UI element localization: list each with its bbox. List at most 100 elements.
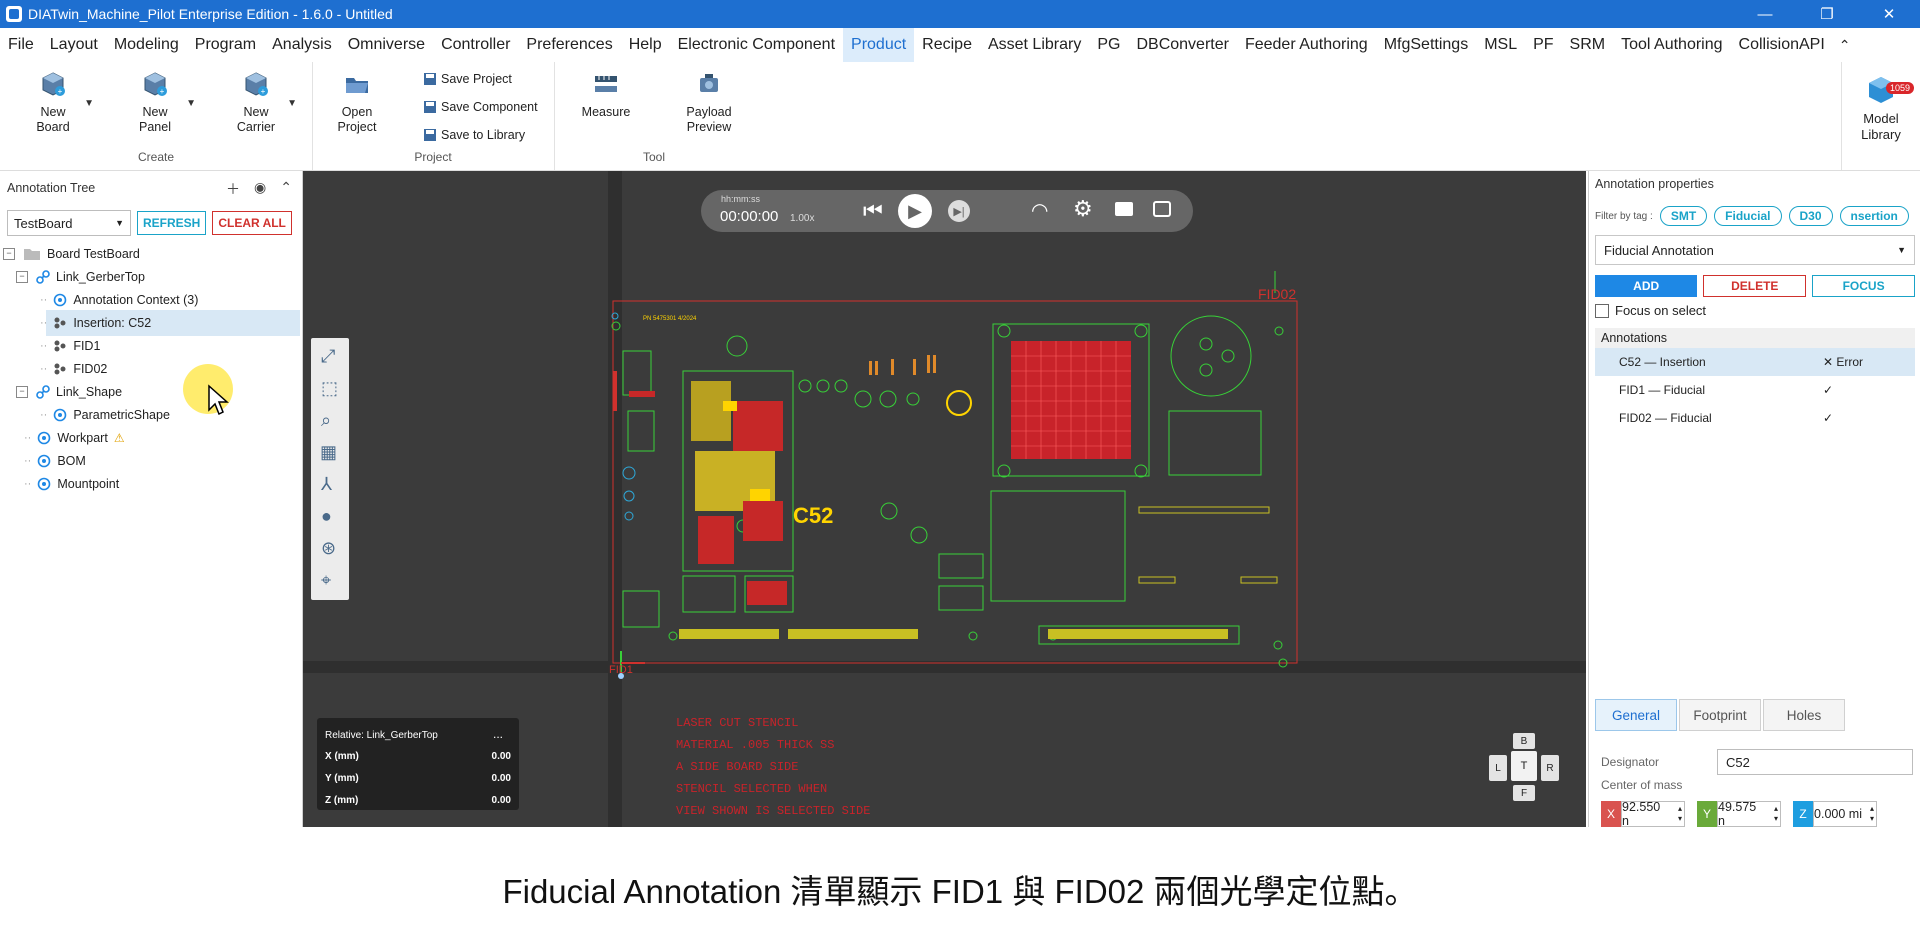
restore-button[interactable]: ❐ [1796, 0, 1858, 28]
menu-item-feeder-authoring[interactable]: Feeder Authoring [1237, 28, 1376, 62]
menu-item-analysis[interactable]: Analysis [264, 28, 340, 62]
ruler-icon [595, 76, 617, 92]
menu-item-preferences[interactable]: Preferences [518, 28, 620, 62]
menu-item-recipe[interactable]: Recipe [914, 28, 980, 62]
collapse-ribbon-icon[interactable]: ⌃ [1833, 28, 1857, 62]
focus-button[interactable]: FOCUS [1812, 275, 1916, 297]
annotation-row[interactable]: C52 — Insertion ✕ Error [1595, 348, 1915, 376]
fit-all-icon[interactable]: ⤢ [321, 346, 335, 367]
camera-icon[interactable] [1153, 201, 1171, 217]
orbit-icon[interactable]: ⊛ [321, 538, 336, 559]
gear-icon[interactable]: ⚙ [1073, 196, 1093, 222]
com-x-field[interactable]: X 92.550 n [1601, 800, 1685, 828]
menu-item-tool-authoring[interactable]: Tool Authoring [1613, 28, 1730, 62]
annotations-header: Annotations [1595, 328, 1915, 348]
annotation-row[interactable]: FID1 — Fiducial ✓ [1595, 376, 1915, 404]
collapse-toggle-icon[interactable]: − [16, 386, 28, 398]
menu-item-omniverse[interactable]: Omniverse [340, 28, 433, 62]
menu-item-modeling[interactable]: Modeling [106, 28, 187, 62]
close-button[interactable]: ✕ [1858, 0, 1920, 28]
menu-item-pg[interactable]: PG [1089, 28, 1128, 62]
com-y-field[interactable]: Y 49.575 n [1697, 800, 1781, 828]
board-select[interactable]: TestBoard ▼ [7, 210, 131, 236]
menu-item-file[interactable]: File [0, 28, 42, 62]
collapse-toggle-icon[interactable]: − [3, 248, 15, 260]
focus-target-icon[interactable]: ⌖ [321, 570, 331, 591]
view-left-button[interactable]: L [1489, 755, 1507, 781]
menu-item-electronic-component[interactable]: Electronic Component [670, 28, 843, 62]
save-to-library-button[interactable]: Save to Library [423, 124, 525, 146]
clear-all-button[interactable]: CLEAR ALL [212, 211, 292, 235]
com-z-field[interactable]: Z 0.000 mi [1793, 801, 1877, 827]
view-back-button[interactable]: B [1513, 733, 1535, 749]
chevron-down-icon: ▼ [115, 218, 124, 228]
menu-item-help[interactable]: Help [621, 28, 670, 62]
status-ok: ✓ [1823, 411, 1834, 425]
delete-button[interactable]: DELETE [1703, 275, 1807, 297]
relative-menu-button[interactable]: ... [493, 727, 503, 741]
designator-field[interactable]: C52 [1717, 749, 1913, 775]
grid-icon[interactable]: ▦ [320, 442, 337, 463]
payload-preview-button[interactable]: Payload Preview [664, 70, 754, 135]
collapse-icon[interactable]: ⌃ [280, 179, 292, 199]
measure-button[interactable]: Measure [561, 70, 651, 120]
focus-on-select-label: Focus on select [1615, 303, 1707, 318]
menu-item-mfgsettings[interactable]: MfgSettings [1376, 28, 1476, 62]
eye-icon[interactable]: ◉ [254, 179, 266, 199]
collapse-toggle-icon[interactable]: − [16, 271, 28, 283]
view-top-button[interactable]: T [1511, 751, 1537, 781]
menu-item-product[interactable]: Product [843, 28, 915, 62]
tag-smt[interactable]: SMT [1659, 206, 1708, 226]
y-label: Y (mm) [325, 773, 359, 784]
refresh-button[interactable]: REFRESH [137, 211, 207, 235]
speed-gauge-icon[interactable]: ◠ [1031, 198, 1048, 223]
save-project-button[interactable]: Save Project [423, 68, 512, 90]
open-project-button[interactable]: Open Project [312, 70, 402, 135]
tab-footprint[interactable]: Footprint [1679, 699, 1761, 731]
tag-insertion[interactable]: nsertion [1839, 206, 1909, 226]
zoom-icon[interactable]: ⌕ [321, 410, 331, 431]
tag-fiducial[interactable]: Fiducial [1714, 206, 1782, 226]
save-component-button[interactable]: Save Component [423, 96, 538, 118]
new-panel-button[interactable]: + New Panel ▼ [110, 70, 200, 135]
model-library-button[interactable]: 1059 Model Library [1841, 62, 1920, 170]
new-carrier-button[interactable]: + New Carrier ▼ [211, 70, 301, 135]
skip-back-icon[interactable]: ⏮ [863, 198, 883, 224]
menu-item-controller[interactable]: Controller [433, 28, 518, 62]
view-front-button[interactable]: F [1513, 785, 1535, 801]
fit-selection-icon[interactable]: ⬚ [321, 378, 338, 399]
add-button[interactable]: ADD [1595, 275, 1698, 297]
menu-item-pf[interactable]: PF [1525, 28, 1561, 62]
video-camera-icon[interactable] [1115, 202, 1133, 216]
annotation-type-select[interactable]: Fiducial Annotation ▼ [1595, 235, 1915, 265]
menu-item-msl[interactable]: MSL [1476, 28, 1525, 62]
tag-d30[interactable]: D30 [1788, 206, 1833, 226]
tool-group-label: Tool [642, 150, 665, 164]
dropdown-arrow-icon[interactable]: ▼ [84, 98, 94, 109]
dropdown-arrow-icon[interactable]: ▼ [287, 98, 297, 109]
dropdown-arrow-icon[interactable]: ▼ [186, 98, 196, 109]
sphere-icon[interactable]: ● [321, 506, 332, 527]
focus-on-select-checkbox[interactable] [1595, 303, 1609, 318]
tree-item-mountpoint[interactable]: ·· Mountpoint [0, 471, 300, 497]
model-library-badge: 1059 [1885, 82, 1914, 94]
view-right-button[interactable]: R [1541, 755, 1559, 781]
minimize-button[interactable]: — [1734, 0, 1796, 28]
ribbon: + New Board ▼ + New Panel ▼ + New Carrier ▼… [0, 62, 1920, 171]
tab-holes[interactable]: Holes [1763, 699, 1845, 731]
annotation-row[interactable]: FID02 — Fiducial ✓ [1595, 404, 1915, 432]
menu-item-srm[interactable]: SRM [1562, 28, 1614, 62]
3d-viewport[interactable]: FID02 FID1 C52 PN 5475301 4/2024 LASER C… [303, 171, 1586, 827]
tab-general[interactable]: General [1595, 699, 1677, 731]
menu-item-collisionapi[interactable]: CollisionAPI [1731, 28, 1833, 62]
new-board-button[interactable]: + New Board ▼ [8, 70, 98, 135]
menu-item-layout[interactable]: Layout [42, 28, 106, 62]
play-button[interactable]: ▶ [898, 194, 932, 228]
menu-item-dbconverter[interactable]: DBConverter [1128, 28, 1236, 62]
add-icon[interactable]: ＋ [226, 179, 240, 199]
menu-item-program[interactable]: Program [187, 28, 264, 62]
menu-item-asset-library[interactable]: Asset Library [980, 28, 1089, 62]
step-forward-icon[interactable]: ▶| [948, 200, 970, 222]
fid1-marker-label: FID1 [609, 664, 633, 676]
axes-icon[interactable]: ⅄ [321, 474, 332, 495]
